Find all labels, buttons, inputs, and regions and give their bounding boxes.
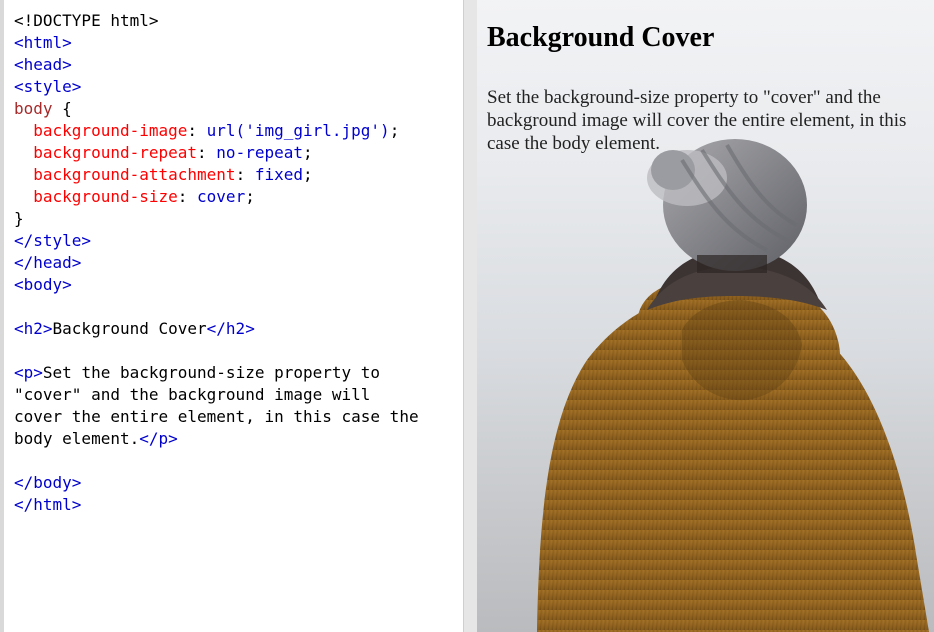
- result-paragraph: Set the background-size property to "cov…: [487, 87, 907, 154]
- code-line: </body>: [14, 472, 463, 494]
- code-line: <p>Set the background-size property to: [14, 362, 463, 384]
- code-token: background-repeat: [14, 143, 198, 162]
- code-text[interactable]: <!DOCTYPE html> <html> <head> <style> body {…: [14, 10, 463, 516]
- code-token: cover: [197, 187, 246, 206]
- code-token: body element.: [14, 429, 140, 448]
- code-token: <!DOCTYPE html>: [14, 11, 159, 30]
- code-token: ;: [303, 165, 313, 184]
- code-token: }: [14, 209, 24, 228]
- code-line: "cover" and the background image will: [14, 384, 463, 406]
- code-token: </html>: [14, 495, 82, 514]
- code-token: Set the background-size property to: [42, 363, 381, 382]
- code-token: :: [197, 143, 217, 162]
- code-token: :: [177, 187, 198, 206]
- code-line: <html>: [14, 32, 463, 54]
- result-panel: Background Cover Set the background-size…: [477, 0, 934, 632]
- code-line: body {: [14, 98, 463, 120]
- code-token: {: [52, 99, 72, 118]
- code-token: ;: [245, 187, 255, 206]
- code-line: background-repeat: no-repeat;: [14, 142, 463, 164]
- code-line: background-attachment: fixed;: [14, 164, 463, 186]
- code-token: url('img_girl.jpg'): [206, 121, 390, 140]
- code-token: </head>: [14, 253, 82, 272]
- code-line: background-size: cover;: [14, 186, 463, 208]
- code-line: <h2>Background Cover</h2>: [14, 318, 463, 340]
- code-token: :: [187, 121, 207, 140]
- code-token: ;: [303, 143, 313, 162]
- code-token: cover the entire element, in this case t…: [14, 407, 419, 426]
- code-token: </p>: [139, 429, 178, 448]
- code-token: ;: [389, 121, 400, 140]
- code-line: <body>: [14, 274, 463, 296]
- code-line: </style>: [14, 230, 463, 252]
- code-token: no-repeat: [216, 143, 303, 162]
- code-token: background-image: [14, 121, 188, 140]
- code-token: </style>: [14, 231, 92, 250]
- code-token: :: [235, 165, 255, 184]
- code-token: body: [14, 99, 53, 118]
- code-line: cover the entire element, in this case t…: [14, 406, 463, 428]
- code-token: <html>: [14, 33, 72, 52]
- code-line: </head>: [14, 252, 463, 274]
- code-token: background-attachment: [14, 165, 236, 184]
- pane-divider[interactable]: [464, 0, 477, 632]
- code-token: <h2>: [14, 319, 53, 338]
- code-line: <head>: [14, 54, 463, 76]
- code-line: body element.</p>: [14, 428, 463, 450]
- code-line: }: [14, 208, 463, 230]
- code-token: <body>: [14, 275, 72, 294]
- code-line: </html>: [14, 494, 463, 516]
- code-token: "cover" and the background image will: [14, 385, 371, 404]
- code-line: background-image: url('img_girl.jpg');: [14, 120, 463, 142]
- code-token: </body>: [14, 473, 82, 492]
- code-token: Background Cover: [52, 319, 207, 338]
- code-token: <p>: [14, 363, 43, 382]
- code-token: </h2>: [206, 319, 255, 338]
- code-token: <head>: [14, 55, 72, 74]
- code-token: <style>: [14, 77, 82, 96]
- code-line: <!DOCTYPE html>: [14, 10, 463, 32]
- code-token: fixed: [254, 165, 303, 184]
- result-heading: Background Cover: [487, 22, 715, 53]
- code-editor[interactable]: <!DOCTYPE html> <html> <head> <style> body {…: [4, 0, 464, 632]
- code-line: <style>: [14, 76, 463, 98]
- code-token: background-size: [14, 187, 178, 206]
